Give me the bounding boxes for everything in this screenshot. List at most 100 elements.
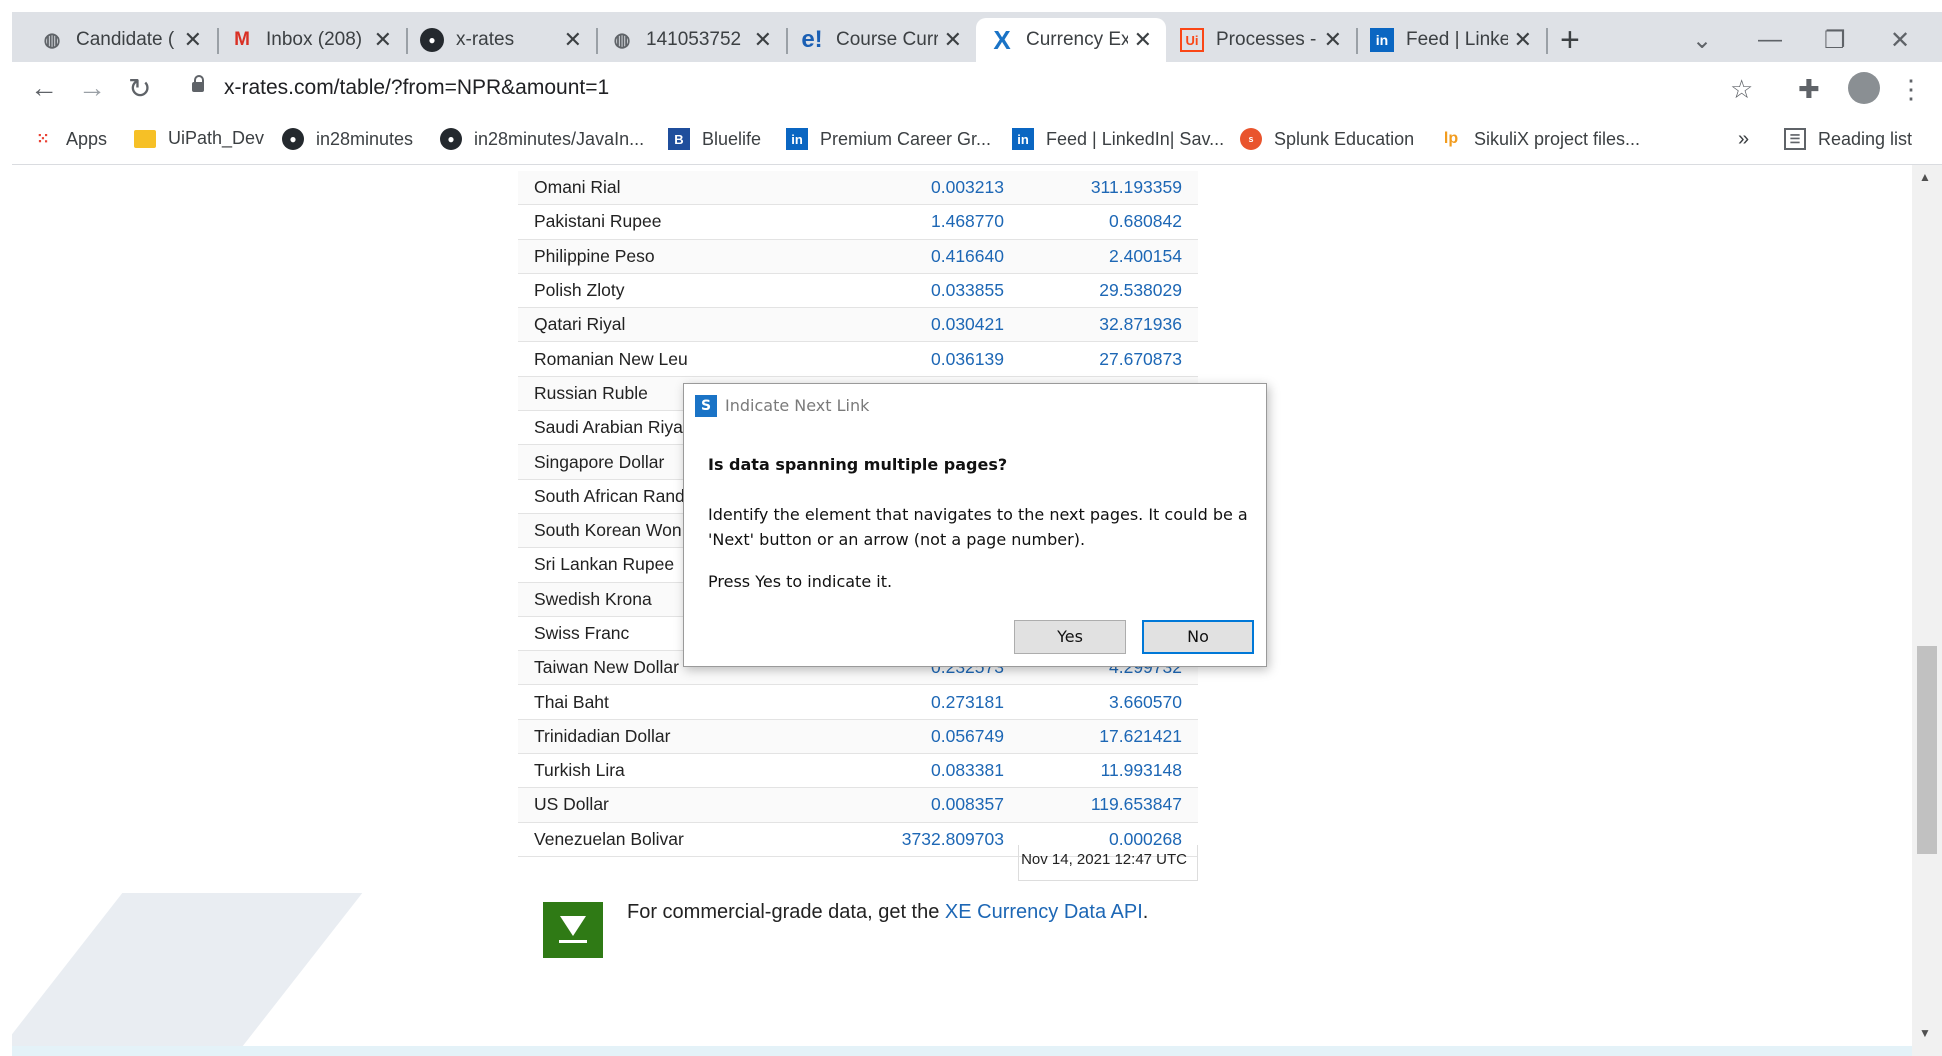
reading-list-label: Reading list: [1818, 128, 1913, 149]
inverse-rate-link[interactable]: 2.400154: [1004, 239, 1198, 274]
dialog-question: Is data spanning multiple pages?: [708, 455, 1008, 474]
bookmark-in28minutes-javain[interactable]: ● in28minutes/JavaIn...: [440, 128, 644, 150]
rate-value-link[interactable]: 0.033855: [834, 273, 1004, 309]
new-tab-button[interactable]: +: [1560, 23, 1580, 57]
back-icon[interactable]: ←: [30, 72, 58, 104]
forward-icon[interactable]: →: [78, 72, 106, 104]
xe-currency-api-link[interactable]: XE Currency Data API: [945, 901, 1143, 923]
bookmark-apps[interactable]: ⁙ Apps: [32, 128, 107, 150]
rate-value-link[interactable]: 0.030421: [834, 307, 1004, 343]
rate-value-link[interactable]: 0.416640: [834, 239, 1004, 274]
inverse-rate-link[interactable]: 17.621421: [1004, 719, 1198, 755]
rate-value-link[interactable]: 0.008357: [834, 787, 1004, 823]
tab-processes[interactable]: Ui Processes - ✕: [1166, 18, 1356, 62]
scroll-up-arrow-icon[interactable]: ▲: [1919, 170, 1931, 184]
close-icon[interactable]: ✕: [1324, 27, 1342, 53]
bookmark-label: Feed | LinkedIn| Sav...: [1046, 128, 1225, 149]
download-icon[interactable]: [543, 902, 603, 958]
close-icon[interactable]: ✕: [944, 27, 962, 53]
tab-label: Inbox (208): [266, 29, 363, 50]
extensions-icon[interactable]: ✚: [1798, 74, 1820, 105]
reading-list-button[interactable]: ☰ Reading list: [1784, 128, 1912, 150]
close-icon[interactable]: ✕: [1514, 27, 1532, 53]
inverse-rate-link[interactable]: 11.993148: [1004, 753, 1198, 789]
tab-currency-exchange[interactable]: X Currency Ex ✕: [976, 18, 1166, 62]
yes-button[interactable]: Yes: [1014, 620, 1126, 654]
more-bookmarks-button[interactable]: »: [1738, 128, 1749, 151]
github-icon: ●: [440, 128, 462, 150]
tab-search-icon[interactable]: ⌄: [1692, 26, 1712, 55]
tab-label: Course Curr: [836, 29, 938, 50]
bookmark-uipath-dev[interactable]: UiPath_Dev: [134, 128, 264, 149]
bookmark-sikulix[interactable]: lp SikuliX project files...: [1440, 128, 1640, 150]
tab-candidate[interactable]: ◍ Candidate ( ✕: [26, 18, 216, 62]
currency-name: Pakistani Rupee: [518, 204, 834, 240]
table-row: Omani Rial 0.003213 311.193359: [518, 171, 1198, 206]
inverse-rate-link[interactable]: 32.871936: [1004, 307, 1198, 343]
close-icon[interactable]: ✕: [184, 27, 202, 53]
window-close-icon[interactable]: ✕: [1890, 26, 1910, 55]
xrates-icon: X: [993, 24, 1011, 55]
lock-icon[interactable]: [192, 75, 204, 92]
tab-course-curriculum[interactable]: e! Course Curr ✕: [786, 18, 976, 62]
inverse-rate-link[interactable]: 311.193359: [1004, 171, 1198, 206]
table-row: Philippine Peso 0.416640 2.400154: [518, 239, 1198, 274]
tab-inbox[interactable]: M Inbox (208) ✕: [216, 18, 406, 62]
close-icon[interactable]: ✕: [1134, 27, 1152, 53]
inverse-rate-link[interactable]: 27.670873: [1004, 341, 1198, 377]
scroll-down-arrow-icon[interactable]: ▼: [1919, 1026, 1931, 1040]
linkedin-icon: in: [1370, 28, 1394, 52]
rate-value-link[interactable]: 0.036139: [834, 341, 1004, 377]
avatar[interactable]: [1848, 72, 1880, 104]
linkedin-icon: in: [1012, 128, 1034, 150]
splunk-icon: s: [1240, 128, 1262, 150]
bookmark-in28minutes[interactable]: ● in28minutes: [282, 128, 413, 150]
bookmark-label: in28minutes: [316, 128, 414, 149]
minimize-icon[interactable]: —: [1758, 26, 1782, 54]
table-row: Qatari Riyal 0.030421 32.871936: [518, 307, 1198, 343]
launchpad-icon: lp: [1443, 130, 1459, 147]
address-bar[interactable]: x-rates.com/table/?from=NPR&amount=1: [224, 76, 609, 100]
close-icon[interactable]: ✕: [374, 27, 392, 53]
rate-value-link[interactable]: 0.056749: [834, 719, 1004, 755]
rate-value-link[interactable]: 0.083381: [834, 753, 1004, 789]
table-row: US Dollar 0.008357 119.653847: [518, 787, 1198, 823]
tab-x-rates-github[interactable]: ● x-rates ✕: [406, 18, 596, 62]
download-arrow: [560, 916, 586, 936]
inverse-rate-link[interactable]: 119.653847: [1004, 787, 1198, 823]
tab-label: Processes -: [1216, 29, 1317, 50]
rate-value-link[interactable]: 1.468770: [834, 204, 1004, 240]
menu-icon[interactable]: ⋮: [1898, 74, 1924, 105]
bookmark-splunk-education[interactable]: s Splunk Education: [1240, 128, 1414, 150]
close-icon[interactable]: ✕: [754, 27, 772, 53]
dialog-title: Indicate Next Link: [725, 396, 870, 415]
bookmark-premium-career[interactable]: in Premium Career Gr...: [786, 128, 991, 150]
reload-icon[interactable]: ↻: [128, 72, 151, 105]
tab-label: x-rates: [456, 29, 515, 50]
scrollbar-thumb[interactable]: [1917, 646, 1937, 854]
close-icon[interactable]: ✕: [564, 27, 582, 53]
bookmark-label: Apps: [66, 128, 108, 149]
rate-value-link[interactable]: 3732.809703: [834, 822, 1004, 857]
bookmark-bluelife[interactable]: B Bluelife: [668, 128, 761, 150]
github-icon: ●: [282, 128, 304, 150]
inverse-rate-link[interactable]: 0.680842: [1004, 204, 1198, 240]
dialog-body: Identify the element that navigates to t…: [708, 505, 1248, 549]
no-button[interactable]: No: [1142, 620, 1254, 654]
restore-icon[interactable]: ❐: [1824, 26, 1846, 55]
rate-value-link[interactable]: 0.003213: [834, 171, 1004, 206]
currency-name: Thai Baht: [518, 684, 834, 720]
download-baseline: [559, 940, 587, 943]
bookmark-feed-linkedin[interactable]: in Feed | LinkedIn| Sav...: [1012, 128, 1224, 150]
currency-name: Turkish Lira: [518, 753, 834, 789]
rates-timestamp: Nov 14, 2021 12:47 UTC: [1018, 845, 1198, 881]
rate-value-link[interactable]: 0.273181: [834, 684, 1004, 720]
background-decoration: [12, 893, 363, 1056]
scrollbar[interactable]: [1912, 165, 1942, 1056]
inverse-rate-link[interactable]: 29.538029: [1004, 273, 1198, 309]
tab-linkedin-feed[interactable]: in Feed | Linke ✕: [1356, 18, 1546, 62]
inverse-rate-link[interactable]: 3.660570: [1004, 684, 1198, 720]
table-row: Pakistani Rupee 1.468770 0.680842: [518, 204, 1198, 240]
bookmark-star-icon[interactable]: ☆: [1730, 74, 1753, 105]
tab-141053752[interactable]: ◍ 141053752 ✕: [596, 18, 786, 62]
